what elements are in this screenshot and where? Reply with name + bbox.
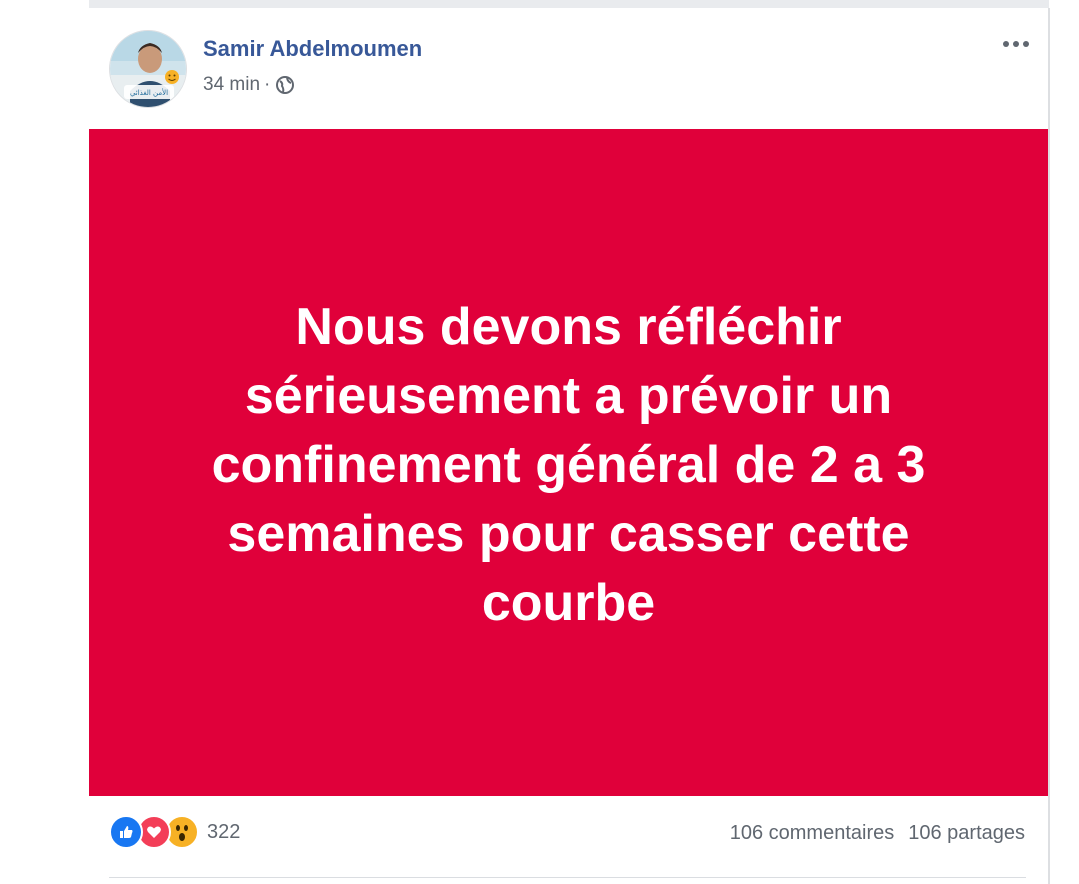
comments-count-link[interactable]: 106 commentaires <box>730 822 895 845</box>
post-timestamp[interactable]: 34 min <box>203 74 260 96</box>
post-banner[interactable]: Nous devons réfléchir sérieusement a pré… <box>89 129 1048 796</box>
shares-count-link[interactable]: 106 partages <box>908 822 1025 845</box>
more-dot <box>1003 41 1009 47</box>
feed-background <box>89 0 1055 8</box>
reaction-count: 322 <box>207 820 241 843</box>
more-dot <box>1023 41 1029 47</box>
card-border <box>1048 8 1050 884</box>
avatar-photo: الأمن الغذائي <box>110 31 186 107</box>
avatar-caption: الأمن الغذائي <box>130 88 168 97</box>
right-gutter <box>1049 0 1079 884</box>
globe-icon[interactable] <box>274 74 296 96</box>
like-icon <box>109 815 143 849</box>
author-avatar[interactable]: الأمن الغذائي <box>109 30 187 108</box>
left-gutter <box>0 0 89 884</box>
author-name-link[interactable]: Samir Abdelmoumen <box>203 36 422 62</box>
post-meta: 34 min · <box>203 74 296 96</box>
meta-separator: · <box>264 74 271 95</box>
post-stats: 106 commentaires 106 partages <box>730 822 1025 845</box>
more-options-icon[interactable] <box>998 32 1034 56</box>
reactions-summary[interactable]: 322 <box>109 815 240 849</box>
more-dot <box>1013 41 1019 47</box>
banner-text: Nous devons réfléchir sérieusement a pré… <box>211 298 926 632</box>
footer-divider <box>109 877 1026 878</box>
page: الأمن الغذائي Samir Abdelmoumen 34 min ·… <box>0 0 1079 884</box>
